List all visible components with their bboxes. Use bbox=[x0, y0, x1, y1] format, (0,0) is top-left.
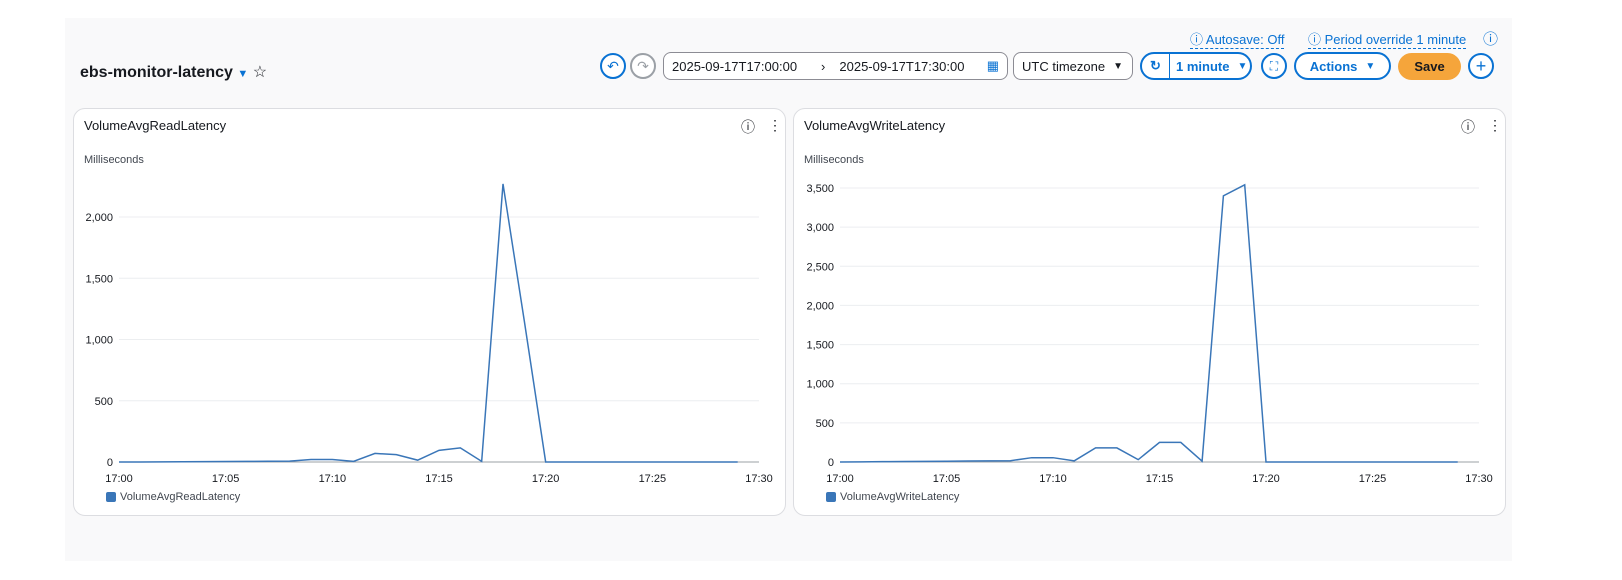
y-tick-label: 2,000 bbox=[85, 212, 113, 224]
arrow-right-icon: › bbox=[821, 58, 826, 74]
x-tick-label: 17:20 bbox=[1252, 473, 1280, 485]
period-override-link[interactable]: ⓘ Period override 1 minute bbox=[1308, 29, 1467, 49]
x-tick-label: 17:25 bbox=[1359, 473, 1387, 485]
legend-swatch bbox=[826, 492, 836, 502]
y-tick-label: 0 bbox=[107, 457, 113, 469]
calendar-icon: ▦ bbox=[986, 58, 999, 73]
y-tick-label: 500 bbox=[816, 418, 834, 430]
undo-button[interactable]: ↶ bbox=[600, 53, 626, 79]
x-tick-label: 17:00 bbox=[105, 473, 133, 485]
title-dropdown-icon[interactable]: ▼ bbox=[237, 68, 248, 80]
add-widget-button[interactable]: + bbox=[1468, 53, 1494, 79]
info-icon[interactable]: ⓘ bbox=[1483, 28, 1498, 49]
x-tick-label: 17:15 bbox=[1146, 473, 1174, 485]
refresh-control[interactable]: ↻ 1 minute ▼ bbox=[1140, 52, 1252, 80]
autosave-link[interactable]: ⓘ Autosave: Off bbox=[1190, 29, 1285, 49]
y-tick-label: 0 bbox=[828, 457, 834, 469]
widget-read-latency: VolumeAvgReadLatency ⓘ ⋮ Milliseconds 05… bbox=[73, 108, 786, 516]
legend-swatch bbox=[106, 492, 116, 502]
y-tick-label: 3,000 bbox=[806, 222, 834, 234]
actions-button[interactable]: Actions ▼ bbox=[1294, 52, 1391, 80]
y-tick-label: 500 bbox=[95, 396, 113, 408]
series-line bbox=[119, 183, 738, 463]
timezone-select[interactable]: UTC timezone ▼ bbox=[1013, 52, 1133, 80]
series-line bbox=[839, 183, 1458, 463]
y-tick-label: 1,500 bbox=[85, 273, 113, 285]
y-tick-label: 2,500 bbox=[806, 261, 834, 273]
legend-item[interactable]: VolumeAvgReadLatency bbox=[106, 491, 240, 503]
time-range-picker[interactable]: 2025-09-17T17:00:00 › 2025-09-17T17:30:00 ▦ bbox=[663, 52, 1008, 80]
y-tick-label: 2,000 bbox=[806, 300, 834, 312]
x-tick-label: 17:15 bbox=[425, 473, 453, 485]
x-tick-label: 17:25 bbox=[639, 473, 667, 485]
x-tick-label: 17:30 bbox=[1465, 473, 1493, 485]
x-tick-label: 17:20 bbox=[532, 473, 560, 485]
x-tick-label: 17:10 bbox=[319, 473, 347, 485]
x-tick-label: 17:05 bbox=[212, 473, 240, 485]
x-tick-label: 17:00 bbox=[826, 473, 854, 485]
x-tick-label: 17:05 bbox=[933, 473, 961, 485]
favorite-star-icon[interactable]: ☆ bbox=[253, 64, 267, 81]
dashboard-title: ebs-monitor-latency ▼ ☆ bbox=[80, 64, 268, 81]
x-tick-label: 17:10 bbox=[1039, 473, 1067, 485]
y-tick-label: 1,500 bbox=[806, 340, 834, 352]
widget-write-latency: VolumeAvgWriteLatency ⓘ ⋮ Milliseconds 0… bbox=[793, 108, 1506, 516]
save-button[interactable]: Save bbox=[1398, 53, 1461, 80]
y-tick-label: 1,000 bbox=[85, 335, 113, 347]
legend-item[interactable]: VolumeAvgWriteLatency bbox=[826, 491, 959, 503]
y-tick-label: 1,000 bbox=[806, 379, 834, 391]
x-tick-label: 17:30 bbox=[745, 473, 773, 485]
redo-button[interactable]: ↷ bbox=[630, 53, 656, 79]
fullscreen-icon[interactable]: ⛶ bbox=[1261, 53, 1287, 79]
y-tick-label: 3,500 bbox=[806, 183, 834, 195]
refresh-icon[interactable]: ↻ bbox=[1142, 54, 1170, 78]
